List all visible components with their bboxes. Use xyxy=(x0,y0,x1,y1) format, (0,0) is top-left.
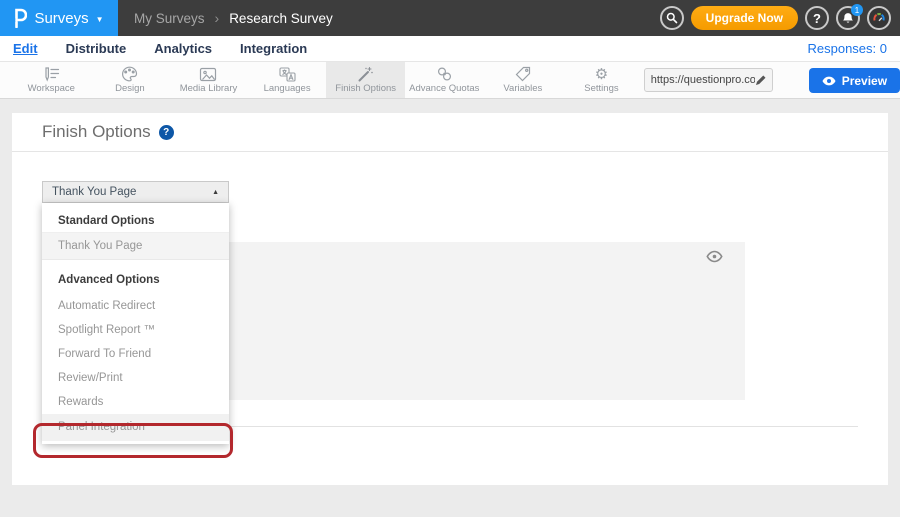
dropdown-item-thank-you-page[interactable]: Thank You Page xyxy=(42,233,229,260)
dropdown-item-forward-to-friend[interactable]: Forward To Friend xyxy=(42,342,229,366)
dropdown-group-standard: Standard Options xyxy=(42,203,229,233)
dropdown-item-panel-integration[interactable]: Panel Integration xyxy=(42,414,229,441)
breadcrumb-separator: › xyxy=(215,10,220,26)
tab-workspace[interactable]: Workspace xyxy=(12,62,91,98)
tab-design[interactable]: Design xyxy=(91,62,170,98)
gauge-icon xyxy=(872,11,886,25)
visibility-eye-icon[interactable] xyxy=(706,250,723,263)
breadcrumb-my-surveys[interactable]: My Surveys xyxy=(134,11,205,26)
finish-option-select[interactable]: Thank You Page ▲ xyxy=(42,181,229,203)
nav-tab-distribute[interactable]: Distribute xyxy=(66,41,127,56)
caret-up-icon: ▲ xyxy=(212,189,219,196)
notifications-button[interactable]: 1 xyxy=(836,6,860,30)
responses-count[interactable]: Responses: 0 xyxy=(808,41,888,56)
chain-link-icon xyxy=(436,66,453,82)
edit-pencil-icon[interactable] xyxy=(755,75,766,86)
finish-options-card: Finish Options ? Thank You Page ▲ Standa… xyxy=(12,113,888,485)
top-header: Surveys ▼ My Surveys › Research Survey U… xyxy=(0,0,900,36)
eye-icon xyxy=(822,76,836,86)
help-button[interactable]: ? xyxy=(805,6,829,30)
tab-advance-quotas[interactable]: Advance Quotas xyxy=(405,62,484,98)
palette-icon xyxy=(121,66,138,82)
account-avatar[interactable] xyxy=(867,6,891,30)
dropdown-item-rewards[interactable]: Rewards xyxy=(42,390,229,414)
nav-tab-edit[interactable]: Edit xyxy=(13,41,38,56)
workspace-icon xyxy=(42,67,60,82)
surveys-product-menu[interactable]: Surveys ▼ xyxy=(0,0,118,36)
finish-options-dropdown: Standard Options Thank You Page Advanced… xyxy=(42,203,229,444)
nav-tab-analytics[interactable]: Analytics xyxy=(154,41,212,56)
notification-badge: 1 xyxy=(851,4,863,16)
edit-toolbar: Workspace Design Media Library xyxy=(0,62,900,99)
help-circle-icon[interactable]: ? xyxy=(159,125,174,140)
dropdown-group-advanced: Advanced Options xyxy=(42,266,229,294)
survey-nav: Edit Distribute Analytics Integration Re… xyxy=(0,36,900,62)
questionpro-logo xyxy=(14,8,27,28)
search-button[interactable] xyxy=(660,6,684,30)
card-header: Finish Options ? xyxy=(12,113,888,152)
breadcrumb-current-survey: Research Survey xyxy=(229,11,333,26)
upgrade-now-button[interactable]: Upgrade Now xyxy=(691,6,798,30)
page-title: Finish Options xyxy=(42,122,151,142)
question-mark-icon: ? xyxy=(813,11,821,26)
tab-variables[interactable]: Variables xyxy=(484,62,563,98)
preview-label: Preview xyxy=(842,74,887,88)
image-icon xyxy=(199,67,217,82)
preview-button[interactable]: Preview xyxy=(809,68,900,93)
select-value: Thank You Page xyxy=(52,186,136,198)
card-body: Thank You Page ▲ Standard Options Thank … xyxy=(12,152,888,485)
header-actions: Upgrade Now ? 1 xyxy=(660,0,900,36)
product-name: Surveys xyxy=(34,10,88,27)
breadcrumb: My Surveys › Research Survey xyxy=(134,0,333,36)
tab-finish-options[interactable]: Finish Options xyxy=(326,62,405,98)
gear-icon: ⚙ xyxy=(595,67,608,82)
tag-icon xyxy=(515,66,531,82)
search-icon xyxy=(666,12,678,24)
dropdown-item-review-print[interactable]: Review/Print xyxy=(42,366,229,390)
tab-languages[interactable]: Languages xyxy=(248,62,327,98)
translate-icon xyxy=(279,67,296,82)
survey-url-field[interactable] xyxy=(644,68,773,92)
nav-tab-integration[interactable]: Integration xyxy=(240,41,307,56)
caret-down-icon: ▼ xyxy=(96,15,104,24)
survey-url-input[interactable] xyxy=(651,74,755,86)
tab-media-library[interactable]: Media Library xyxy=(169,62,248,98)
tab-settings[interactable]: ⚙ Settings xyxy=(562,62,641,98)
dropdown-item-spotlight-report[interactable]: Spotlight Report ™ xyxy=(42,318,229,342)
magic-wand-icon xyxy=(357,66,374,82)
dropdown-item-automatic-redirect[interactable]: Automatic Redirect xyxy=(42,294,229,318)
